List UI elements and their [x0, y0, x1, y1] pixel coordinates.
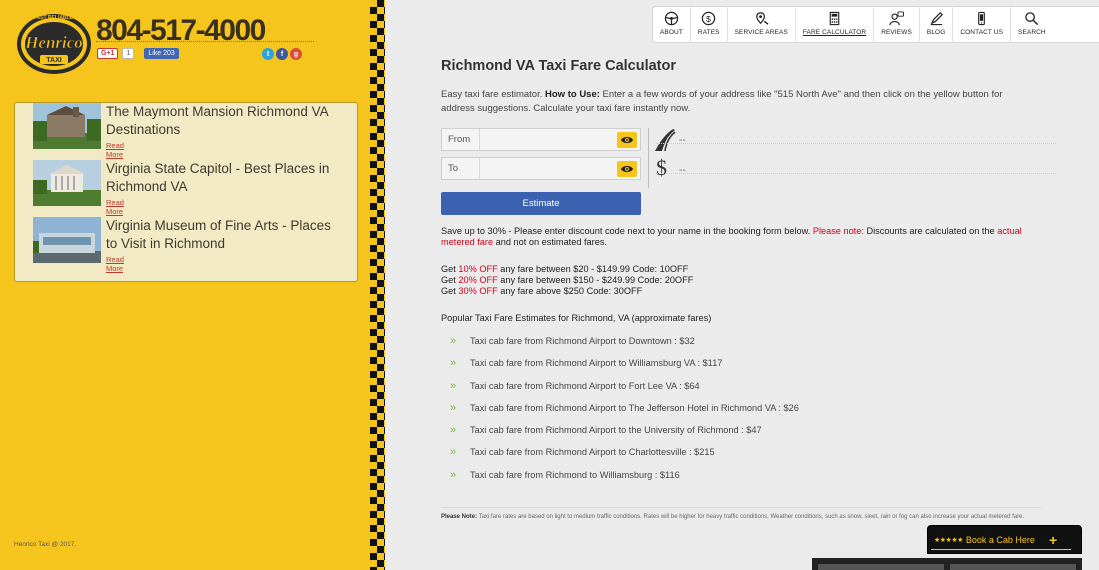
discount-notice: Save up to 30% - Please enter discount c…: [441, 226, 1022, 247]
destination-title[interactable]: The Maymont Mansion Richmond VA Destinat…: [106, 103, 336, 139]
to-input[interactable]: [480, 158, 640, 179]
list-item: » Taxi cab fare from Richmond Airport to …: [450, 446, 715, 459]
from-suggest-button[interactable]: [617, 132, 637, 148]
read-more-link[interactable]: Read More: [106, 141, 124, 159]
discount-item: Get 30% OFF any fare above $250 Code: 30…: [441, 285, 643, 296]
main-content: Richmond VA Taxi Fare Calculator Easy ta…: [441, 58, 1041, 116]
popular-fares-list: » Taxi cab fare from Richmond Airport to …: [450, 336, 799, 492]
book-a-cab-label: Book a Cab Here: [965, 534, 1035, 545]
svg-text:24/7 FAST RELIABLE TAXI: 24/7 FAST RELIABLE TAXI: [23, 15, 86, 21]
facebook-like-button[interactable]: Like 203: [144, 48, 179, 59]
top-navigation: ABOUT $ RATES SERVICE AREAS FARE CALCULA…: [652, 6, 1099, 43]
copyright: Henrico Taxi @ 2017.: [14, 541, 77, 548]
list-item: » Taxi cab fare from Richmond Airport to …: [450, 357, 723, 370]
distance-value: --: [679, 135, 686, 146]
google-plus-count: 1: [122, 48, 135, 59]
eye-icon: [621, 137, 633, 143]
list-item: » Taxi cab fare from Richmond to Williams…: [450, 468, 680, 481]
page-title: Richmond VA Taxi Fare Calculator: [441, 58, 677, 74]
estimate-button[interactable]: Estimate: [441, 192, 641, 215]
double-chevron-icon: »: [450, 401, 457, 414]
book-underline: [931, 549, 1071, 550]
destinations-box: The Maymont Mansion Richmond VA Destinat…: [14, 102, 358, 282]
discount-item: Get 10% OFF any fare between $20 - $149.…: [441, 264, 689, 274]
read-more-link[interactable]: Read More: [106, 198, 124, 216]
nav-service-areas[interactable]: SERVICE AREAS: [728, 7, 796, 42]
map-pin-icon: [755, 12, 769, 25]
twitter-icon[interactable]: t: [262, 48, 274, 60]
double-chevron-icon: »: [450, 468, 457, 481]
reviews-icon: [889, 11, 905, 26]
booking-field[interactable]: [818, 564, 944, 570]
price-value: --: [679, 165, 686, 176]
popular-fares-heading: Popular Taxi Fare Estimates for Richmond…: [441, 313, 712, 323]
destination-title[interactable]: Virginia State Capitol - Best Places in …: [106, 160, 336, 196]
list-item: » Taxi cab fare from Richmond Airport to …: [450, 401, 799, 414]
distance-rule: [656, 143, 1056, 144]
pencil-icon: [930, 12, 943, 26]
sidebar: 24/7 FAST RELIABLE TAXI Henrico TAXI 804…: [0, 0, 370, 570]
dollar-sign-icon: $: [656, 155, 667, 180]
calculator-icon: [829, 11, 840, 26]
search-icon: [1025, 12, 1039, 26]
phone-divider: [96, 41, 314, 42]
museum-fine-arts-image[interactable]: [33, 217, 101, 263]
to-suggest-button[interactable]: [617, 161, 637, 177]
nav-blog[interactable]: BLOG: [920, 7, 954, 42]
nav-contact-us[interactable]: CONTACT US: [953, 7, 1012, 42]
from-label: From: [442, 129, 480, 150]
maymont-mansion-image[interactable]: [33, 103, 101, 149]
road-icon: [655, 129, 676, 152]
destination-title[interactable]: Virginia Museum of Fine Arts - Places to…: [106, 217, 336, 253]
nav-search[interactable]: SEARCH: [1011, 7, 1053, 42]
double-chevron-icon: »: [450, 335, 457, 347]
price-rule: [656, 173, 1056, 174]
social-counters: G+1 1 Like 203: [97, 48, 179, 59]
phone-icon: [978, 11, 986, 26]
plus-icon: +: [1048, 531, 1058, 548]
google-plus-button[interactable]: G+1: [97, 48, 119, 59]
eye-icon: [621, 166, 633, 172]
intro-text: Easy taxi fare estimator. How to Use: En…: [441, 89, 1003, 114]
nav-fare-calculator[interactable]: FARE CALCULATOR: [796, 7, 875, 42]
social-icons: t f g: [262, 48, 302, 60]
nav-reviews[interactable]: REVIEWS: [874, 7, 920, 42]
google-plus-icon[interactable]: g: [290, 48, 302, 60]
booking-field[interactable]: [950, 564, 1076, 570]
traffic-note: Please Note: Taxi fare rates are based o…: [441, 514, 1025, 520]
fare-calculator-form: From To -- $ -- Estimate: [441, 128, 1061, 218]
steering-wheel-icon: [664, 11, 679, 26]
double-chevron-icon: »: [450, 446, 457, 459]
list-item: » Taxi cab fare from Richmond Airport to …: [450, 335, 695, 347]
checker-divider: [370, 0, 385, 570]
nav-rates[interactable]: $ RATES: [691, 7, 728, 42]
dollar-icon: $: [702, 11, 716, 26]
read-more-link[interactable]: Read More: [106, 255, 124, 273]
list-item: » Taxi cab fare from Richmond Airport to …: [450, 379, 700, 392]
svg-text:TAXI: TAXI: [46, 57, 61, 64]
phone-number[interactable]: 804-517-4000: [96, 14, 266, 48]
from-input[interactable]: [480, 129, 640, 150]
henrico-taxi-logo[interactable]: 24/7 FAST RELIABLE TAXI Henrico TAXI: [14, 10, 94, 76]
booking-form-peek: [812, 558, 1082, 570]
rating-stars-icon: ★★★★★: [934, 536, 963, 544]
double-chevron-icon: »: [450, 379, 457, 392]
svg-text:Henrico: Henrico: [24, 33, 83, 52]
double-chevron-icon: »: [450, 357, 457, 370]
calc-divider: [648, 128, 649, 188]
discount-item: Get 20% OFF any fare between $150 - $249…: [441, 274, 694, 285]
svg-text:$: $: [706, 14, 711, 24]
from-row: From: [441, 128, 641, 151]
facebook-icon[interactable]: f: [276, 48, 288, 60]
discount-list: Get 10% OFF any fare between $20 - $149.…: [441, 264, 693, 296]
list-item: » Taxi cab fare from Richmond Airport to …: [450, 424, 762, 437]
double-chevron-icon: »: [450, 424, 457, 437]
to-row: To: [441, 157, 641, 180]
nav-about[interactable]: ABOUT: [653, 7, 691, 42]
note-divider: [441, 507, 1041, 508]
to-label: To: [442, 158, 480, 179]
state-capitol-image[interactable]: [33, 160, 101, 206]
